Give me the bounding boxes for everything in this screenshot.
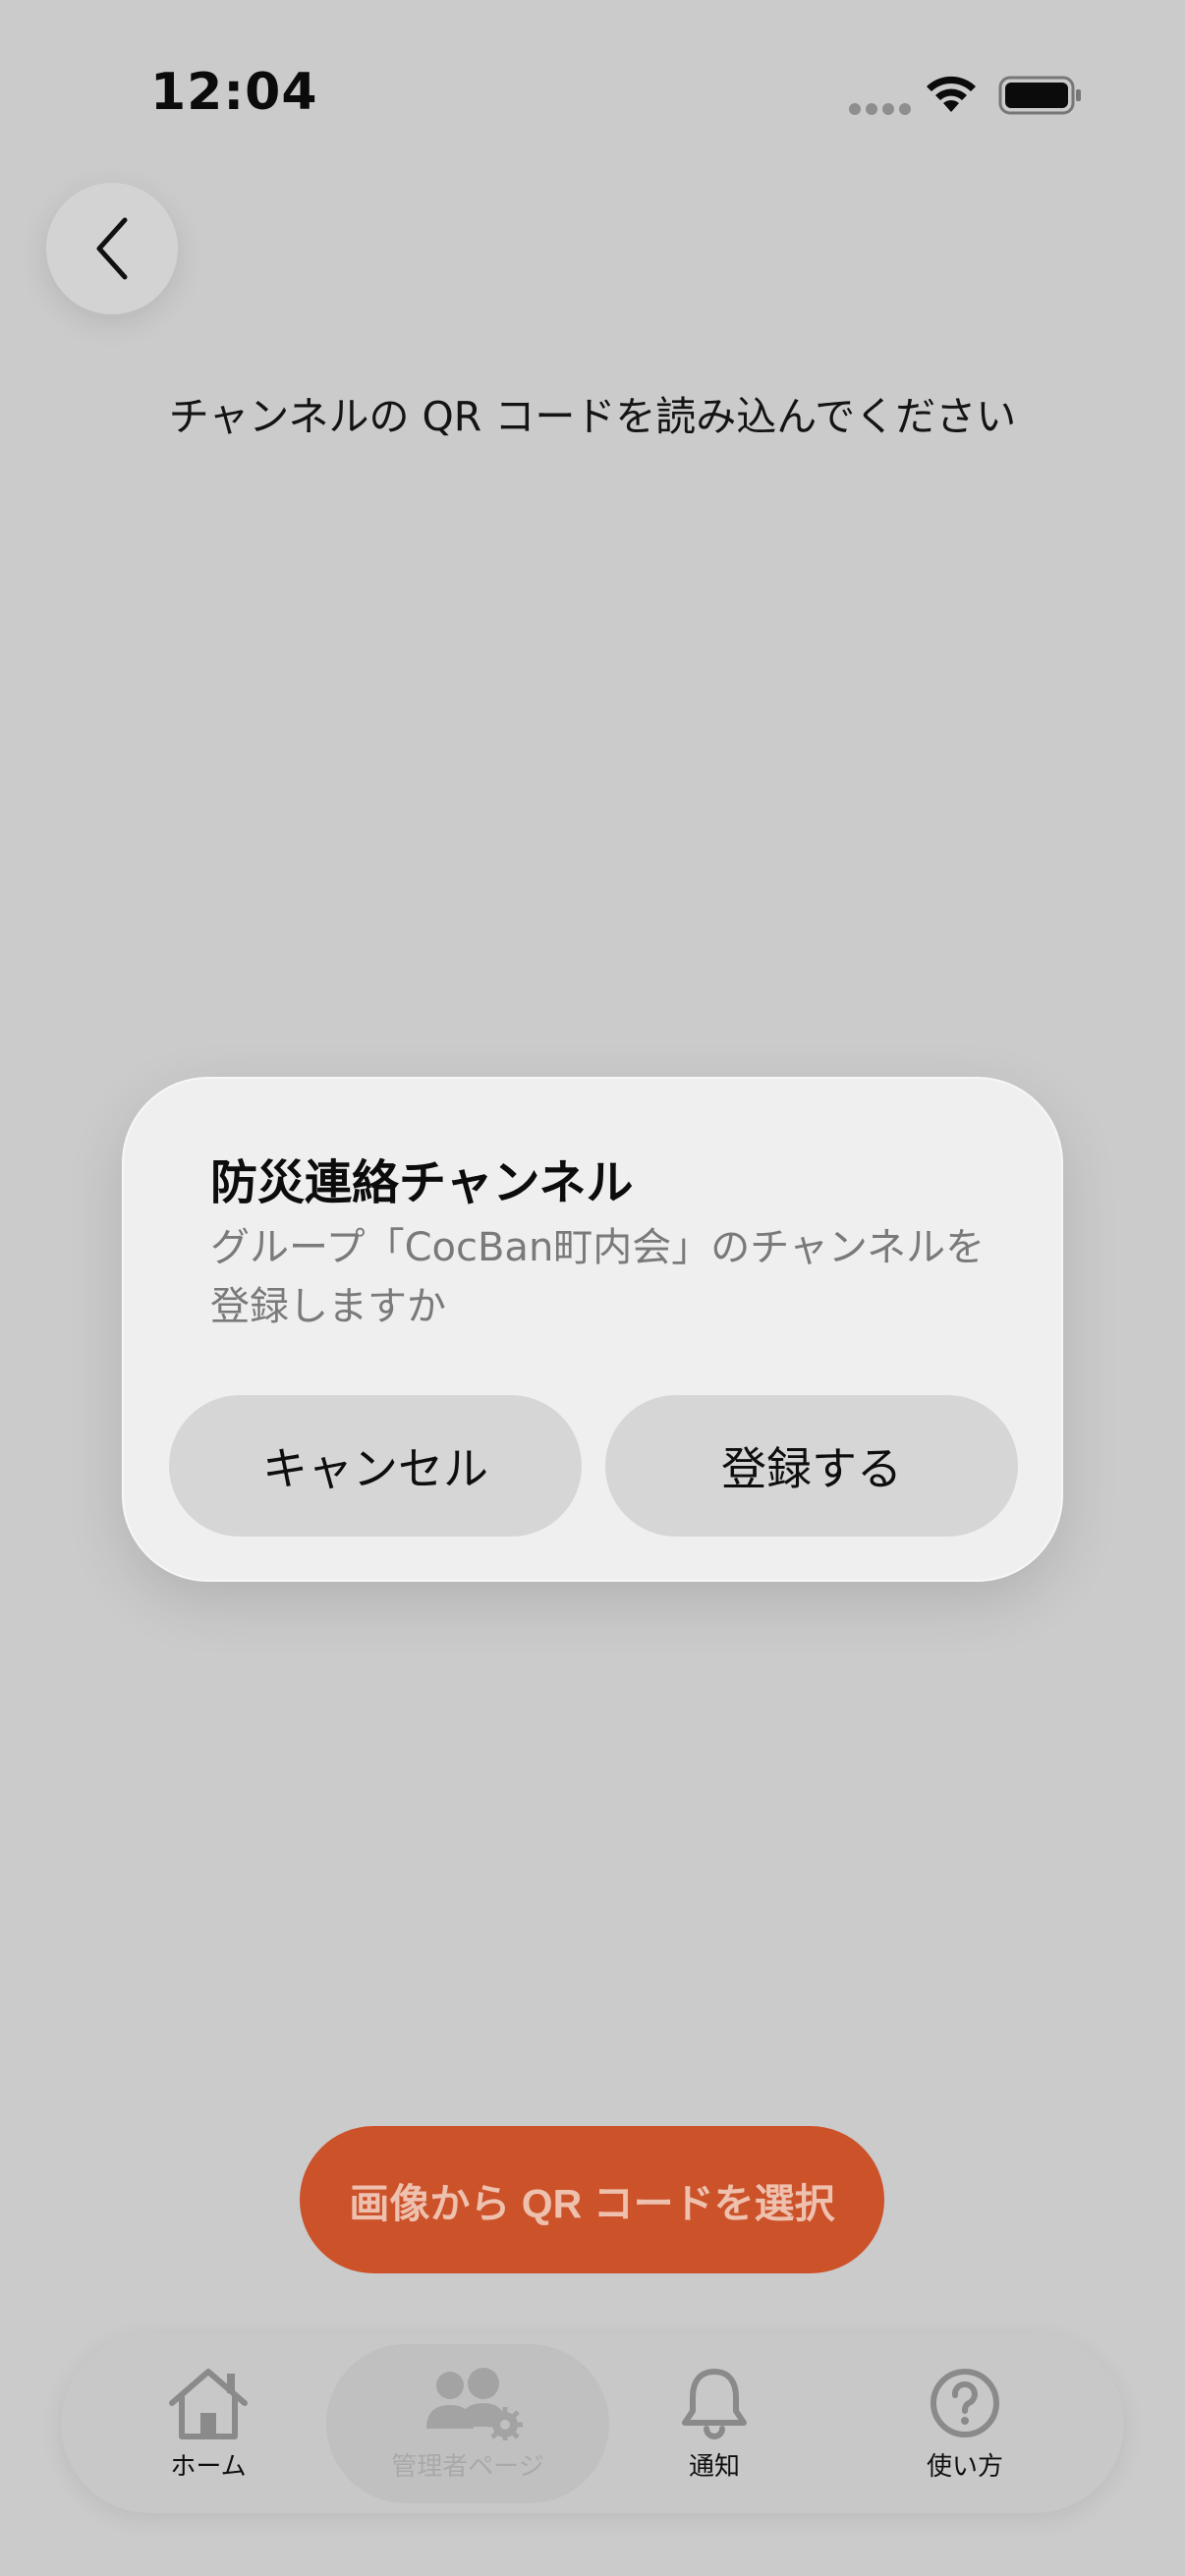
register-button[interactable]: 登録する [605, 1395, 1018, 1537]
back-button[interactable] [46, 183, 178, 314]
select-qr-from-image-button[interactable]: 画像から QR コードを選択 [300, 2126, 884, 2273]
battery-icon [998, 76, 1081, 115]
tab-notifications-label: 通知 [688, 2451, 740, 2482]
question-circle-icon [931, 2368, 999, 2437]
status-time: 12:04 [150, 63, 318, 122]
wifi-icon [927, 76, 976, 112]
status-bar: 12:04 [0, 0, 1185, 196]
tab-help[interactable]: 使い方 [886, 2334, 1044, 2513]
register-channel-dialog: 防災連絡チャンネル グループ「CocBan町内会」のチャンネルを登録しますか キ… [122, 1077, 1063, 1582]
cellular-signal-icon [849, 103, 911, 115]
bell-icon [682, 2368, 747, 2439]
tab-help-label: 使い方 [926, 2451, 1003, 2482]
tab-admin[interactable]: 管理者ページ [326, 2344, 609, 2503]
dialog-message: グループ「CocBan町内会」のチャンネルを登録しますか [210, 1225, 986, 1329]
cancel-button[interactable]: キャンセル [169, 1395, 582, 1537]
scan-instruction: チャンネルの QR コードを読み込んでください [168, 393, 1017, 440]
tab-bar: ホーム 管理者ページ 通知 使い方 [61, 2334, 1124, 2513]
chevron-left-icon [96, 217, 128, 280]
tab-notifications[interactable]: 通知 [636, 2334, 793, 2513]
tab-home[interactable]: ホーム [130, 2334, 287, 2513]
tab-home-label: ホーム [170, 2451, 247, 2482]
admin-users-gear-icon [426, 2367, 523, 2440]
dialog-title: 防災連絡チャンネル [210, 1155, 634, 1210]
tab-admin-label: 管理者ページ [391, 2451, 544, 2482]
home-icon [169, 2368, 248, 2439]
